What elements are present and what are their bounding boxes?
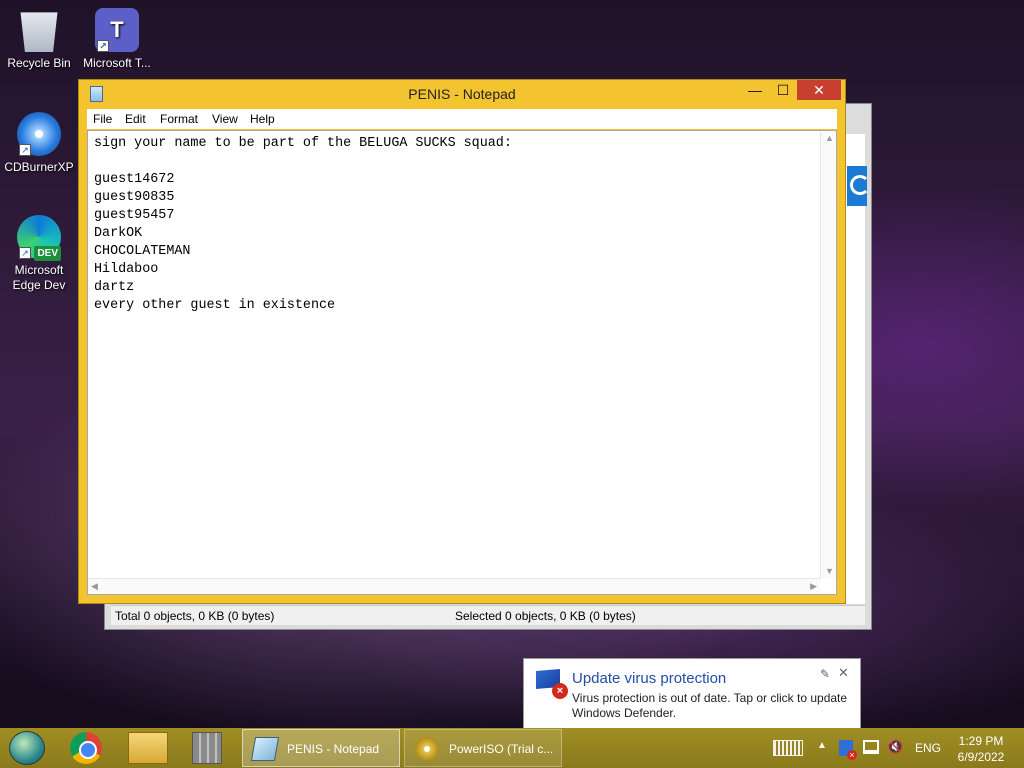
scroll-right-icon[interactable]: ▶ — [810, 581, 817, 592]
background-window-refresh-icon[interactable] — [847, 166, 870, 206]
vertical-scrollbar[interactable]: ▲ ▼ — [820, 131, 836, 578]
menu-edit[interactable]: Edit — [125, 112, 146, 126]
close-button[interactable]: ✕ — [797, 80, 841, 100]
status-total: Total 0 objects, 0 KB (0 bytes) — [115, 609, 275, 623]
taskbar-item-notepad[interactable]: PENIS - Notepad — [242, 729, 400, 767]
edge-dev-icon: DEV ↗ — [17, 215, 61, 261]
notification-close-button[interactable]: ✕ — [838, 665, 849, 681]
status-selected: Selected 0 objects, 0 KB (0 bytes) — [455, 609, 636, 623]
menu-help[interactable]: Help — [250, 112, 275, 126]
scroll-left-icon[interactable]: ◀ — [91, 581, 98, 592]
chrome-icon[interactable] — [70, 732, 102, 764]
shortcut-arrow-icon: ↗ — [19, 247, 31, 259]
notification-title[interactable]: Update virus protection — [572, 670, 726, 687]
notepad-icon — [250, 737, 280, 761]
desktop-icon-label: Recycle Bin — [7, 56, 71, 70]
pin-icon[interactable]: ✎ — [820, 667, 830, 681]
desktop-icon-teams[interactable]: T ↗ Microsoft T... — [78, 8, 156, 68]
input-language[interactable]: ENG — [915, 741, 941, 768]
desktop-icon-cdburnerxp[interactable]: ↗ CDBurnerXP — [0, 112, 78, 175]
touch-keyboard-icon[interactable] — [773, 740, 803, 756]
scroll-up-icon[interactable]: ▲ — [825, 133, 834, 143]
notification-body[interactable]: Virus protection is out of date. Tap or … — [572, 691, 857, 721]
poweriso-icon — [415, 737, 439, 761]
defender-notification[interactable]: × Update virus protection Virus protecti… — [523, 658, 861, 730]
desktop-icon-label: CDBurnerXP — [4, 160, 74, 174]
notepad-title-bar[interactable]: PENIS - Notepad — ☐ ✕ — [79, 80, 845, 106]
firewall-app-icon[interactable] — [192, 732, 222, 764]
desktop-icon-label: Microsoft T... — [83, 56, 151, 68]
dev-badge: DEV — [34, 246, 61, 261]
menu-bar: File Edit Format View Help — [87, 109, 837, 129]
maximize-button[interactable]: ☐ — [773, 80, 793, 100]
show-hidden-icons-icon[interactable]: ▲ — [817, 740, 827, 768]
recycle-bin-icon — [20, 12, 58, 52]
desktop-icon-edge-dev[interactable]: DEV ↗ Microsoft Edge Dev — [0, 215, 78, 293]
notepad-window[interactable]: PENIS - Notepad — ☐ ✕ File Edit Format V… — [78, 79, 846, 604]
minimize-button[interactable]: — — [745, 80, 765, 100]
windows-defender-flag-icon: × — [536, 669, 568, 699]
defender-tray-icon[interactable] — [839, 740, 857, 760]
clock[interactable]: 1:29 PM 6/9/2022 — [946, 733, 1016, 768]
scroll-down-icon[interactable]: ▼ — [825, 566, 834, 576]
desktop-icon-recycle-bin[interactable]: Recycle Bin — [0, 8, 78, 71]
taskbar-item-poweriso[interactable]: PowerISO (Trial c... — [404, 729, 562, 767]
taskbar-item-label: PowerISO (Trial c... — [449, 742, 554, 756]
clock-time: 1:29 PM — [958, 734, 1004, 748]
horizontal-scrollbar[interactable]: ◀ ▶ — [88, 578, 820, 594]
shortcut-arrow-icon: ↗ — [97, 40, 109, 52]
document-text[interactable]: sign your name to be part of the BELUGA … — [94, 135, 816, 315]
menu-format[interactable]: Format — [160, 112, 198, 126]
menu-file[interactable]: File — [93, 112, 112, 126]
teams-icon: T ↗ — [95, 8, 139, 52]
shortcut-arrow-icon: ↗ — [19, 144, 31, 156]
cdburnerxp-icon: ↗ — [17, 112, 61, 156]
taskbar: PENIS - Notepad PowerISO (Trial c... ▲ 🔇… — [0, 728, 1024, 768]
clock-date: 6/9/2022 — [957, 750, 1005, 764]
desktop-icon-label: Microsoft Edge Dev — [12, 263, 66, 292]
start-button[interactable] — [9, 731, 45, 765]
network-icon[interactable] — [863, 740, 879, 754]
taskbar-item-label: PENIS - Notepad — [287, 742, 380, 756]
window-title: PENIS - Notepad — [408, 86, 516, 102]
background-window-status-bar: Total 0 objects, 0 KB (0 bytes) Selected… — [111, 605, 865, 625]
volume-muted-icon[interactable]: 🔇 — [887, 739, 903, 768]
text-editor[interactable]: sign your name to be part of the BELUGA … — [87, 130, 837, 595]
menu-view[interactable]: View — [212, 112, 238, 126]
file-explorer-icon[interactable] — [128, 732, 168, 764]
